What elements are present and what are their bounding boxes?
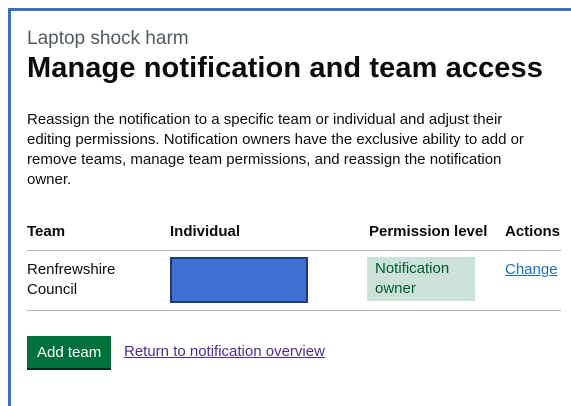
table-row: Renfrewshire Council Notification owner … xyxy=(27,250,561,311)
team-access-table: Team Individual Permission level Actions… xyxy=(27,218,561,311)
add-team-button[interactable]: Add team xyxy=(27,336,112,368)
actions-cell: Change xyxy=(505,250,561,311)
column-header-individual: Individual xyxy=(170,218,369,251)
permission-tag: Notification owner xyxy=(367,257,475,301)
column-header-team: Team xyxy=(27,218,170,251)
individual-cell xyxy=(170,250,369,311)
change-link[interactable]: Change xyxy=(505,261,558,278)
column-header-actions: Actions xyxy=(505,218,561,251)
return-to-overview-link[interactable]: Return to notification overview xyxy=(124,343,325,360)
team-name-cell: Renfrewshire Council xyxy=(27,250,170,311)
page-caption: Laptop shock harm xyxy=(27,28,189,49)
redacted-individual-block xyxy=(170,257,308,303)
intro-text: Reassign the notification to a specific … xyxy=(27,111,524,188)
permission-cell: Notification owner xyxy=(367,250,505,311)
page-title: Manage notification and team access xyxy=(27,52,543,84)
column-header-permission-level: Permission level xyxy=(369,218,505,251)
table-header-row: Team Individual Permission level Actions xyxy=(27,218,561,251)
